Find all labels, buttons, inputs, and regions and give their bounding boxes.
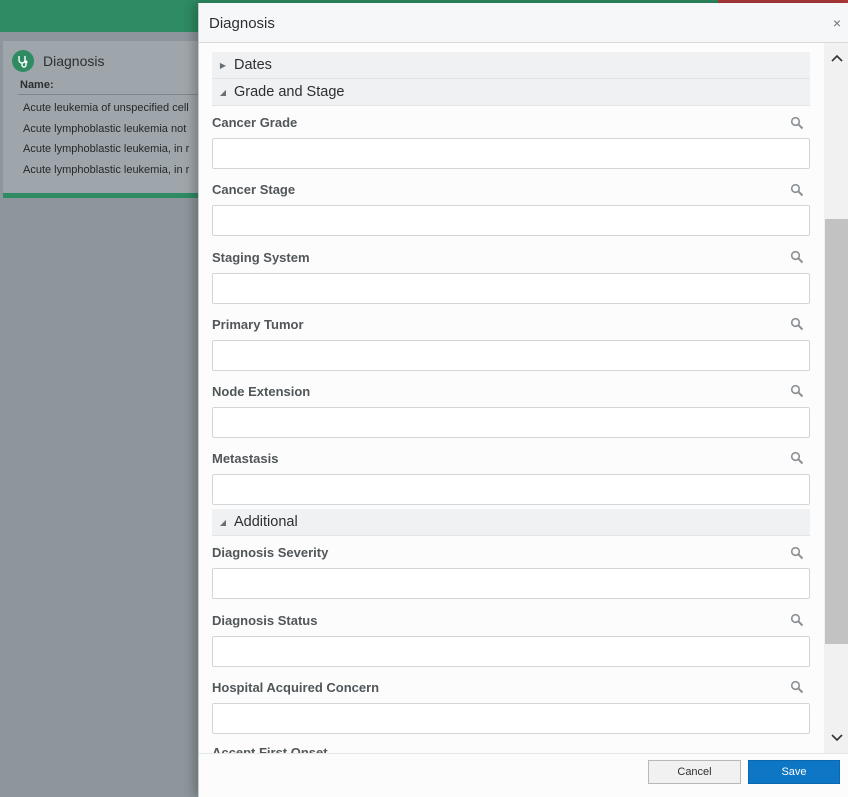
primary-tumor-input[interactable] [212,340,810,371]
stethoscope-icon [12,50,34,72]
list-item: Acute leukemia of unspecified cell [23,102,189,114]
staging-system-label: Staging System [212,250,310,265]
diagnosis-status-input[interactable] [212,636,810,667]
search-icon[interactable] [790,183,804,197]
partial-field-label: Accept First Onset [212,745,328,753]
list-item: Acute lymphoblastic leukemia, in r [23,143,190,155]
search-icon[interactable] [790,384,804,398]
search-icon[interactable] [790,680,804,694]
vertical-scrollbar[interactable] [824,43,848,753]
cancer-stage-label: Cancer Stage [212,182,296,197]
node-extension-input[interactable] [212,407,810,438]
chevron-up-icon[interactable] [824,45,848,71]
dialog-header: Diagnosis × [199,3,848,43]
diagnosis-dialog: Diagnosis × ▶ Dates ◢ Grade and Stage Ca… [198,3,848,797]
staging-system-input[interactable] [212,273,810,304]
cancer-grade-label: Cancer Grade [212,115,298,130]
card-list: Acute leukemia of unspecified cell Acute… [23,98,203,180]
hospital-acquired-concern-input[interactable] [212,703,810,734]
search-icon[interactable] [790,317,804,331]
dialog-footer: Cancel Save [199,753,848,797]
save-button[interactable]: Save [748,760,840,784]
section-label: Grade and Stage [234,84,345,100]
section-additional[interactable]: ◢ Additional [212,509,810,536]
divider [18,94,203,95]
caret-down-icon: ◢ [219,517,227,527]
cancer-grade-input[interactable] [212,138,810,169]
card-title: Diagnosis [43,53,105,69]
diagnosis-severity-input[interactable] [212,568,810,599]
section-label: Dates [234,57,272,73]
diagnosis-summary-card: Diagnosis Name: Acute leukemia of unspec… [3,41,203,198]
diagnosis-severity-label: Diagnosis Severity [212,545,329,560]
chevron-down-icon[interactable] [824,725,848,751]
cancer-stage-input[interactable] [212,205,810,236]
section-grade-and-stage[interactable]: ◢ Grade and Stage [212,79,810,106]
dialog-title: Diagnosis [209,15,275,32]
list-item: Acute lymphoblastic leukemia not [23,122,187,135]
search-icon[interactable] [790,116,804,130]
search-icon[interactable] [790,546,804,560]
card-name-label: Name: [20,79,54,91]
diagnosis-status-label: Diagnosis Status [212,613,318,628]
node-extension-label: Node Extension [212,384,311,399]
dialog-body[interactable]: ▶ Dates ◢ Grade and Stage Cancer Grade C… [199,43,824,753]
metastasis-input[interactable] [212,474,810,505]
primary-tumor-label: Primary Tumor [212,317,304,332]
hospital-acquired-concern-label: Hospital Acquired Concern [212,680,380,695]
scrollbar-thumb[interactable] [825,219,848,644]
list-item: Acute lymphoblastic leukemia, in r [23,163,190,176]
cancel-button[interactable]: Cancel [648,760,741,784]
search-icon[interactable] [790,250,804,264]
caret-right-icon: ▶ [219,60,227,70]
search-icon[interactable] [790,613,804,627]
section-dates[interactable]: ▶ Dates [212,52,810,79]
search-icon[interactable] [790,451,804,465]
section-label: Additional [234,514,298,530]
caret-down-icon: ◢ [219,87,227,97]
metastasis-label: Metastasis [212,451,279,466]
close-icon[interactable]: × [833,15,841,31]
